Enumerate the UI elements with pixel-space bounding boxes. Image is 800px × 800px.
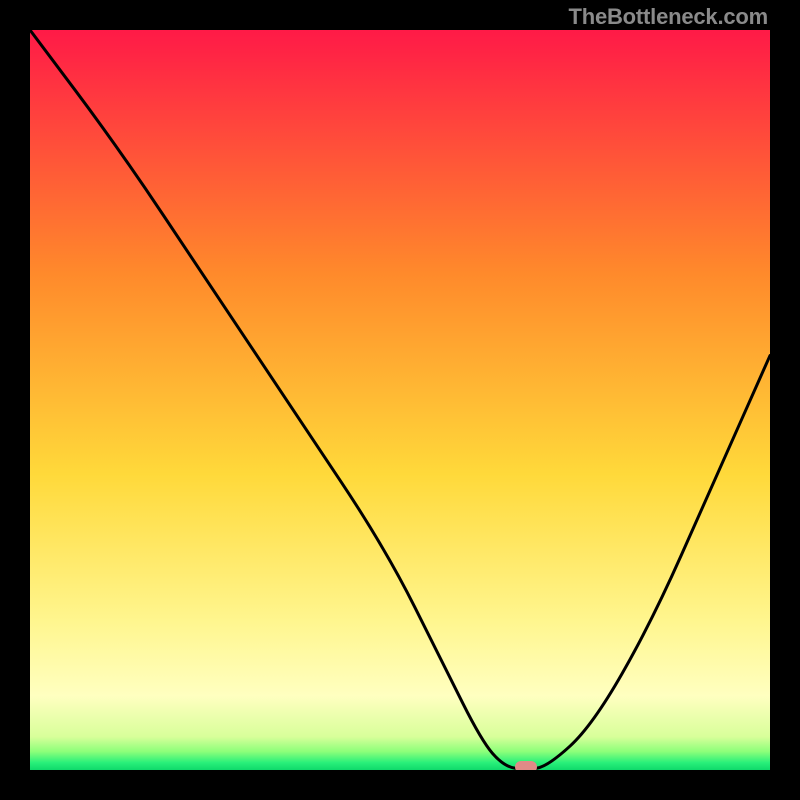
bottleneck-curve	[30, 30, 770, 770]
chart-frame: TheBottleneck.com	[0, 0, 800, 800]
optimum-marker	[515, 761, 537, 770]
plot-area	[30, 30, 770, 770]
watermark-text: TheBottleneck.com	[568, 4, 768, 30]
